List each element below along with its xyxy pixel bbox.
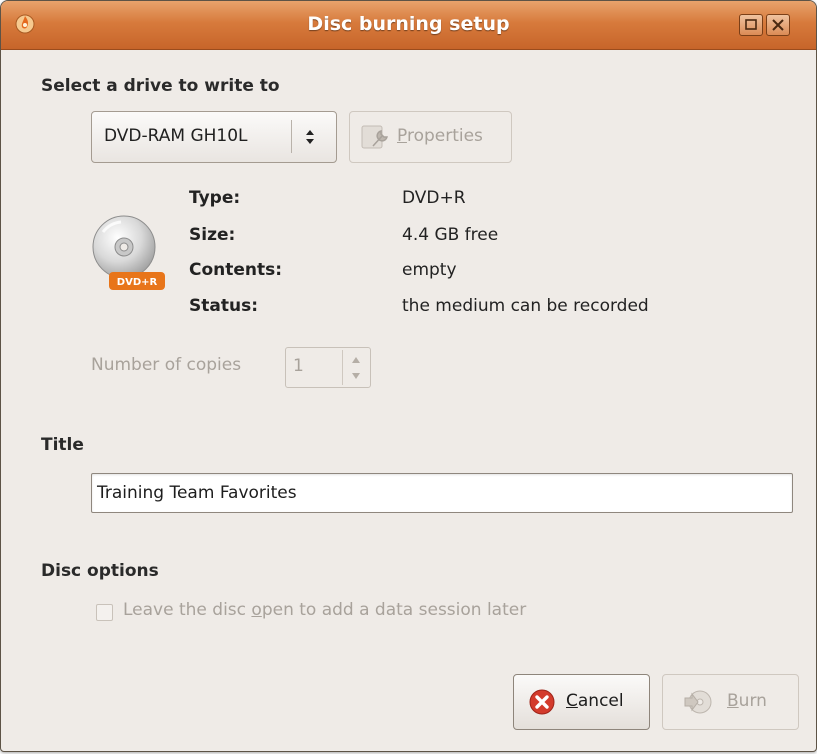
close-icon bbox=[772, 19, 784, 31]
disc-options-heading: Disc options bbox=[41, 561, 159, 581]
dialog-window: Disc burning setup Select a drive to wri… bbox=[0, 0, 817, 752]
copies-label: Number of copies bbox=[91, 355, 242, 375]
properties-button-label: Properties bbox=[397, 126, 483, 146]
properties-wrench-icon bbox=[359, 122, 391, 156]
maximize-button[interactable] bbox=[739, 14, 763, 36]
dvd-disc-icon: DVD+R bbox=[91, 214, 169, 298]
window-title: Disc burning setup bbox=[307, 13, 510, 35]
disc-badge-label: DVD+R bbox=[117, 277, 158, 288]
leave-open-label[interactable]: Leave the disc open to add a data sessio… bbox=[123, 600, 526, 620]
copies-divider bbox=[342, 350, 343, 385]
cancel-x-icon bbox=[529, 689, 555, 719]
drive-section-heading: Select a drive to write to bbox=[41, 76, 280, 96]
info-value-size: 4.4 GB free bbox=[402, 225, 499, 245]
spin-down-button[interactable] bbox=[346, 368, 366, 382]
title-section-heading: Title bbox=[41, 435, 84, 455]
burn-disc-icon bbox=[683, 689, 713, 719]
info-key-type: Type: bbox=[189, 188, 241, 208]
info-key-contents: Contents: bbox=[189, 260, 283, 280]
cancel-button-label: Cancel bbox=[566, 691, 624, 711]
close-button[interactable] bbox=[766, 14, 790, 36]
chevron-up-icon bbox=[352, 357, 360, 363]
title-bar[interactable]: Disc burning setup bbox=[1, 1, 816, 50]
info-value-contents: empty bbox=[402, 260, 457, 280]
info-key-size: Size: bbox=[189, 225, 236, 245]
title-input-value: Training Team Favorites bbox=[97, 483, 297, 503]
up-down-arrows-icon bbox=[303, 127, 317, 151]
spin-up-button[interactable] bbox=[346, 352, 366, 366]
info-key-status: Status: bbox=[189, 296, 258, 316]
copies-value: 1 bbox=[293, 356, 304, 376]
title-input[interactable]: Training Team Favorites bbox=[91, 473, 793, 513]
chevron-down-icon bbox=[352, 373, 360, 379]
maximize-icon bbox=[745, 19, 757, 30]
drive-select[interactable]: DVD-RAM GH10L bbox=[91, 111, 337, 163]
leave-open-checkbox[interactable] bbox=[96, 604, 113, 621]
copies-spinner[interactable]: 1 bbox=[285, 347, 371, 388]
burn-button-label: Burn bbox=[727, 691, 767, 711]
cancel-button[interactable]: Cancel bbox=[513, 674, 650, 730]
properties-button[interactable]: Properties bbox=[349, 111, 512, 163]
info-value-type: DVD+R bbox=[402, 188, 466, 208]
drive-select-separator bbox=[291, 120, 292, 153]
burn-button[interactable]: Burn bbox=[662, 674, 799, 730]
drive-select-value: DVD-RAM GH10L bbox=[104, 126, 248, 146]
info-value-status: the medium can be recorded bbox=[402, 296, 649, 316]
